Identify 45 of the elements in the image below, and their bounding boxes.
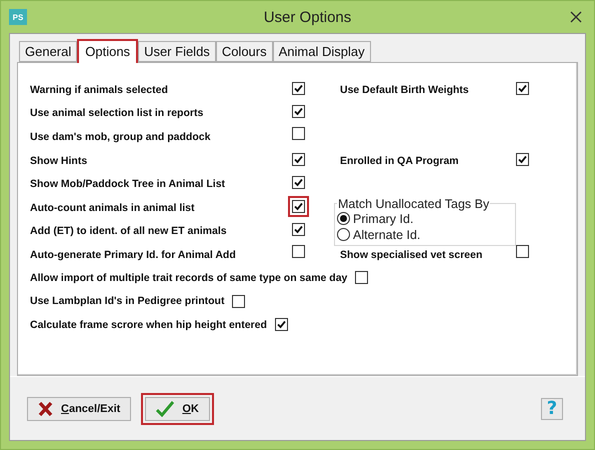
option-label: Show specialised vet screen bbox=[340, 248, 482, 261]
option-label: Auto-count animals in animal list bbox=[30, 202, 195, 214]
radio-button[interactable] bbox=[337, 228, 350, 242]
tab[interactable]: General bbox=[19, 41, 78, 62]
checkbox[interactable] bbox=[292, 223, 305, 236]
checkbox[interactable] bbox=[292, 152, 305, 166]
checkbox[interactable] bbox=[292, 82, 305, 95]
option-label: Show Mob/Paddock Tree in Animal List bbox=[30, 178, 226, 190]
checkbox[interactable] bbox=[355, 271, 368, 284]
ok-button[interactable]: OK bbox=[145, 396, 210, 420]
checkbox[interactable] bbox=[292, 126, 305, 140]
option-label: Enrolled in QA Program bbox=[340, 154, 459, 167]
checkbox[interactable] bbox=[274, 318, 288, 332]
group-title: Match Unallocated Tags By bbox=[337, 196, 490, 211]
option-label: Add (ET) to ident. of all new ET animals bbox=[30, 225, 227, 238]
tab[interactable]: Colours bbox=[216, 41, 273, 62]
checkbox[interactable] bbox=[516, 82, 529, 95]
checkbox[interactable] bbox=[292, 105, 305, 118]
checkbox[interactable] bbox=[292, 176, 305, 190]
app-icon: PS bbox=[9, 9, 27, 25]
checkbox[interactable] bbox=[516, 244, 529, 258]
window-title: User Options bbox=[262, 8, 352, 26]
option-label: Auto-generate Primary Id. for Animal Add bbox=[30, 248, 236, 261]
checkbox[interactable] bbox=[292, 200, 305, 213]
radio-label: Alternate Id. bbox=[353, 228, 420, 242]
tab[interactable]: Options bbox=[77, 39, 138, 63]
option-label: Warning if animals selected bbox=[30, 84, 168, 96]
option-label: Use dam's mob, group and paddock bbox=[30, 130, 210, 143]
radio-label: Primary Id. bbox=[353, 212, 414, 226]
option-label: Use animal selection list in reports bbox=[30, 107, 204, 120]
cancel-button[interactable]: Cancel/Exit bbox=[27, 396, 132, 420]
cross-icon bbox=[38, 400, 53, 416]
option-label: Calculate frame scrore when hip height entered bbox=[30, 318, 267, 331]
checkbox[interactable] bbox=[232, 294, 246, 308]
checkbox[interactable] bbox=[516, 152, 529, 166]
option-label: Show Hints bbox=[30, 154, 88, 167]
check-icon bbox=[156, 400, 174, 416]
radio-button[interactable] bbox=[337, 212, 350, 226]
tab[interactable]: Animal Display bbox=[272, 41, 371, 62]
option-label: Use Default Birth Weights bbox=[340, 84, 469, 96]
checkbox[interactable] bbox=[292, 244, 305, 258]
close-icon[interactable] bbox=[570, 11, 582, 23]
tab[interactable]: User Fields bbox=[138, 41, 216, 62]
option-label: Use Lambplan Id's in Pedigree printout bbox=[30, 295, 224, 308]
option-label: Allow import of multiple trait records of same type on same day bbox=[30, 272, 348, 284]
